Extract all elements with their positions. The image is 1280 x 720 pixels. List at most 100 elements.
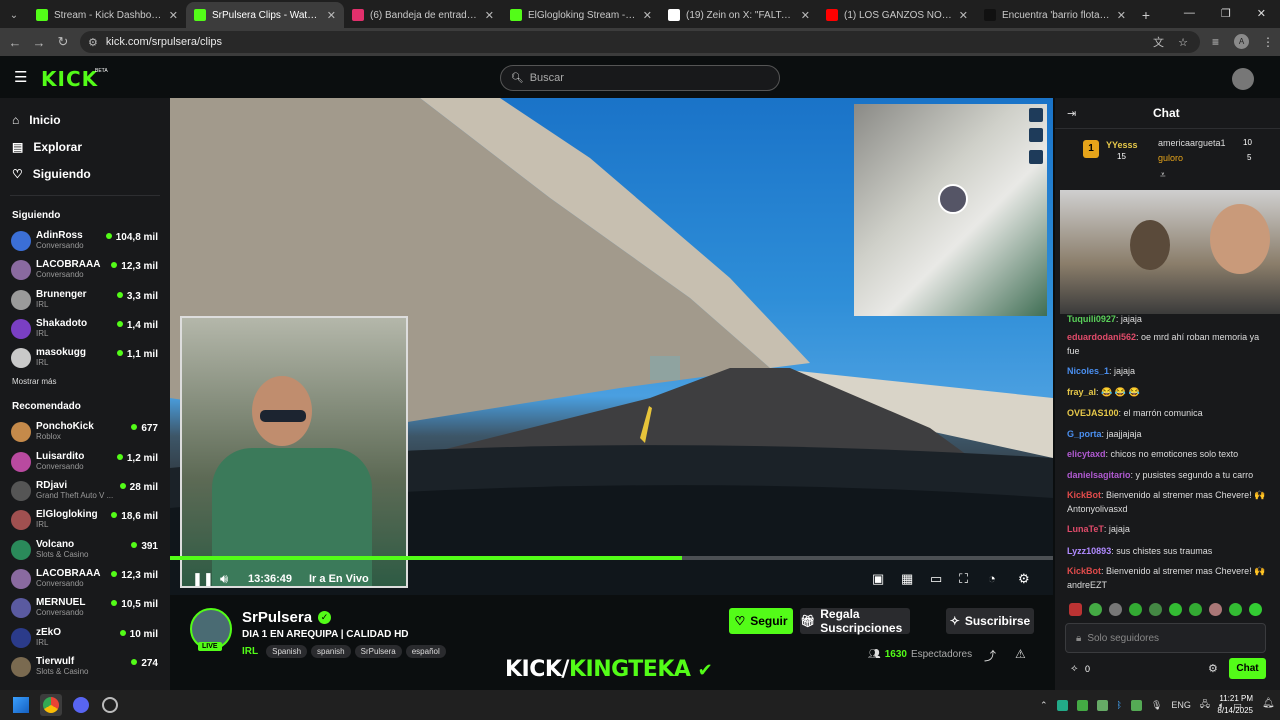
media-icon[interactable]: ≡: [1212, 35, 1219, 49]
discord-taskbar-icon[interactable]: [73, 697, 89, 713]
search-input[interactable]: 🔍︎ Buscar: [500, 65, 780, 91]
tray-overflow-icon[interactable]: ⌃: [1040, 700, 1048, 711]
points-icon[interactable]: ⟡: [1071, 663, 1078, 674]
emote-icon[interactable]: [1229, 603, 1242, 616]
cinema-icon[interactable]: ▦: [901, 571, 913, 587]
tab-close-icon[interactable]: ✕: [327, 9, 336, 22]
hamburger-menu-icon[interactable]: ☰: [14, 68, 27, 86]
browser-tab[interactable]: ElGlogloking Stream - Watch Li ✕: [502, 2, 660, 28]
speed-icon[interactable]: ◔: [988, 571, 996, 586]
tray-app-icon[interactable]: [1056, 699, 1068, 711]
seek-bar[interactable]: [170, 556, 1053, 560]
browser-tab[interactable]: Stream - Kick Dashboard ✕: [28, 2, 186, 28]
site-info-icon[interactable]: ⚙: [88, 36, 98, 49]
browser-tab[interactable]: (19) Zein on X: "FALTAN SOLO 2 ✕: [660, 2, 818, 28]
volume-icon[interactable]: 🔊︎: [220, 571, 228, 587]
emote-icon[interactable]: [1189, 603, 1202, 616]
notification-icon[interactable]: 🔔︎: [1262, 698, 1275, 709]
chat-username[interactable]: LunaTeT: [1067, 524, 1104, 534]
sidebar-channel[interactable]: LACOBRAAA Conversando 12,3 mil: [0, 254, 170, 283]
share-icon[interactable]: ⤴: [984, 647, 996, 664]
browser-tab[interactable]: Encuentra 'barrio flotante iquit ✕: [976, 2, 1134, 28]
tray-app-icon[interactable]: [1076, 699, 1088, 711]
go-live-button[interactable]: Ir a En Vivo: [309, 573, 369, 585]
subscribe-button[interactable]: ✧ Suscribirse: [946, 608, 1034, 634]
sidebar-channel[interactable]: LACOBRAAA Conversando 12,3 mil: [0, 563, 170, 592]
follow-button[interactable]: ♡ Seguir: [729, 608, 793, 634]
browser-tab[interactable]: SrPulsera Clips - Watch Live ✕: [186, 2, 344, 28]
map-control-icon[interactable]: [1029, 150, 1043, 164]
new-tab-button[interactable]: +: [1134, 2, 1158, 28]
tray-app-icon[interactable]: [1130, 699, 1142, 711]
language-indicator[interactable]: ENG: [1171, 700, 1191, 710]
chat-username[interactable]: fray_al: [1067, 387, 1096, 397]
sidebar-channel[interactable]: MERNUEL Conversando 10,5 mil: [0, 592, 170, 621]
tab-search-button[interactable]: ⌄: [0, 2, 28, 28]
sidebar-channel[interactable]: Luisardito Conversando 1,2 mil: [0, 446, 170, 475]
clock[interactable]: 11:21 PM 8/14/2025: [1205, 693, 1253, 717]
tab-close-icon[interactable]: ✕: [1117, 9, 1126, 22]
app-taskbar-icon[interactable]: [102, 697, 118, 713]
microphone-icon[interactable]: 🎙︎: [1151, 700, 1162, 711]
close-window-icon[interactable]: ✕: [1257, 7, 1266, 20]
chat-input[interactable]: 🔒︎ Solo seguidores: [1065, 623, 1266, 653]
expand-leaderboard-icon[interactable]: ⩡: [1160, 170, 1166, 181]
report-icon[interactable]: ⚠: [1015, 647, 1026, 661]
url-input[interactable]: ⚙ kick.com/srpulsera/clips 文 ☆: [80, 31, 1200, 53]
bluetooth-icon[interactable]: ᛒ: [1117, 700, 1122, 710]
settings-gear-icon[interactable]: ⚙: [1018, 571, 1030, 587]
browser-tab[interactable]: (1) LOS GANZOS NO VAN AL C ✕: [818, 2, 976, 28]
browser-tab[interactable]: (6) Bandeja de entrada • Chats ✕: [344, 2, 502, 28]
chrome-taskbar-icon[interactable]: [40, 694, 62, 716]
user-avatar[interactable]: [1232, 68, 1254, 90]
sidebar-channel[interactable]: ElGlogloking IRL 18,6 mil: [0, 504, 170, 533]
emote-icon[interactable]: [1169, 603, 1182, 616]
gift-subs-button[interactable]: 🎁︎ Regala Suscripciones: [800, 607, 910, 635]
tag-chip[interactable]: español: [405, 645, 446, 658]
emote-icon[interactable]: [1149, 603, 1162, 616]
sidebar-channel[interactable]: AdinRoss Conversando 104,8 mil: [0, 225, 170, 254]
emote-icon[interactable]: [1069, 603, 1082, 616]
bookmark-star-icon[interactable]: ☆: [1178, 36, 1188, 49]
windows-start-icon[interactable]: [13, 697, 29, 713]
tag-chip[interactable]: spanish: [311, 645, 351, 658]
emote-icon[interactable]: [1089, 603, 1102, 616]
sidebar-channel[interactable]: Shakadoto IRL 1,4 mil: [0, 313, 170, 342]
emote-icon[interactable]: [1209, 603, 1222, 616]
clip-icon[interactable]: ▣: [872, 571, 884, 587]
nav-inicio[interactable]: ⌂ Inicio: [0, 106, 170, 133]
sidebar-channel[interactable]: PonchoKick Roblox 677: [0, 416, 170, 445]
back-icon[interactable]: ←: [3, 35, 27, 50]
sidebar-channel[interactable]: RDjavi Grand Theft Auto V ... 28 mil: [0, 475, 170, 504]
collapse-chat-icon[interactable]: ⇥: [1067, 107, 1076, 120]
chat-username[interactable]: Lyzz10893: [1067, 546, 1111, 556]
tag-chip[interactable]: Spanish: [266, 645, 308, 658]
nav-explorar[interactable]: ▤ Explorar: [0, 133, 170, 160]
forward-icon[interactable]: →: [27, 35, 51, 50]
chat-username[interactable]: Nicoles_1: [1067, 366, 1109, 376]
kick-logo[interactable]: KICK: [41, 67, 98, 91]
pause-icon[interactable]: ❚❚: [192, 571, 214, 587]
chat-username[interactable]: eduardodani562: [1067, 332, 1136, 342]
minimize-icon[interactable]: —: [1184, 7, 1195, 20]
chat-username[interactable]: G_porta: [1067, 429, 1102, 439]
tab-close-icon[interactable]: ✕: [801, 9, 810, 22]
map-control-icon[interactable]: [1029, 108, 1043, 122]
tab-close-icon[interactable]: ✕: [169, 9, 178, 22]
tray-app-icon[interactable]: [1096, 699, 1108, 711]
emote-icon[interactable]: [1129, 603, 1142, 616]
sidebar-channel[interactable]: Tierwulf Slots & Casino 274: [0, 651, 170, 680]
restore-icon[interactable]: ❐: [1221, 7, 1231, 20]
tab-close-icon[interactable]: ✕: [643, 9, 652, 22]
sidebar-channel[interactable]: masokugg IRL 1,1 mil: [0, 342, 170, 371]
translate-icon[interactable]: 文: [1153, 34, 1164, 50]
chat-username[interactable]: elicytaxd: [1067, 449, 1106, 459]
sidebar-channel[interactable]: Brunenger IRL 3,3 mil: [0, 284, 170, 313]
map-control-icon[interactable]: [1029, 128, 1043, 142]
sidebar-channel[interactable]: Volcano Slots & Casino 391: [0, 534, 170, 563]
chat-username[interactable]: KickBot: [1067, 490, 1101, 500]
tab-close-icon[interactable]: ✕: [959, 9, 968, 22]
theater-mode-icon[interactable]: ▭: [930, 571, 942, 587]
fullscreen-icon[interactable]: ⛶: [959, 571, 968, 587]
emote-icon[interactable]: [1249, 603, 1262, 616]
